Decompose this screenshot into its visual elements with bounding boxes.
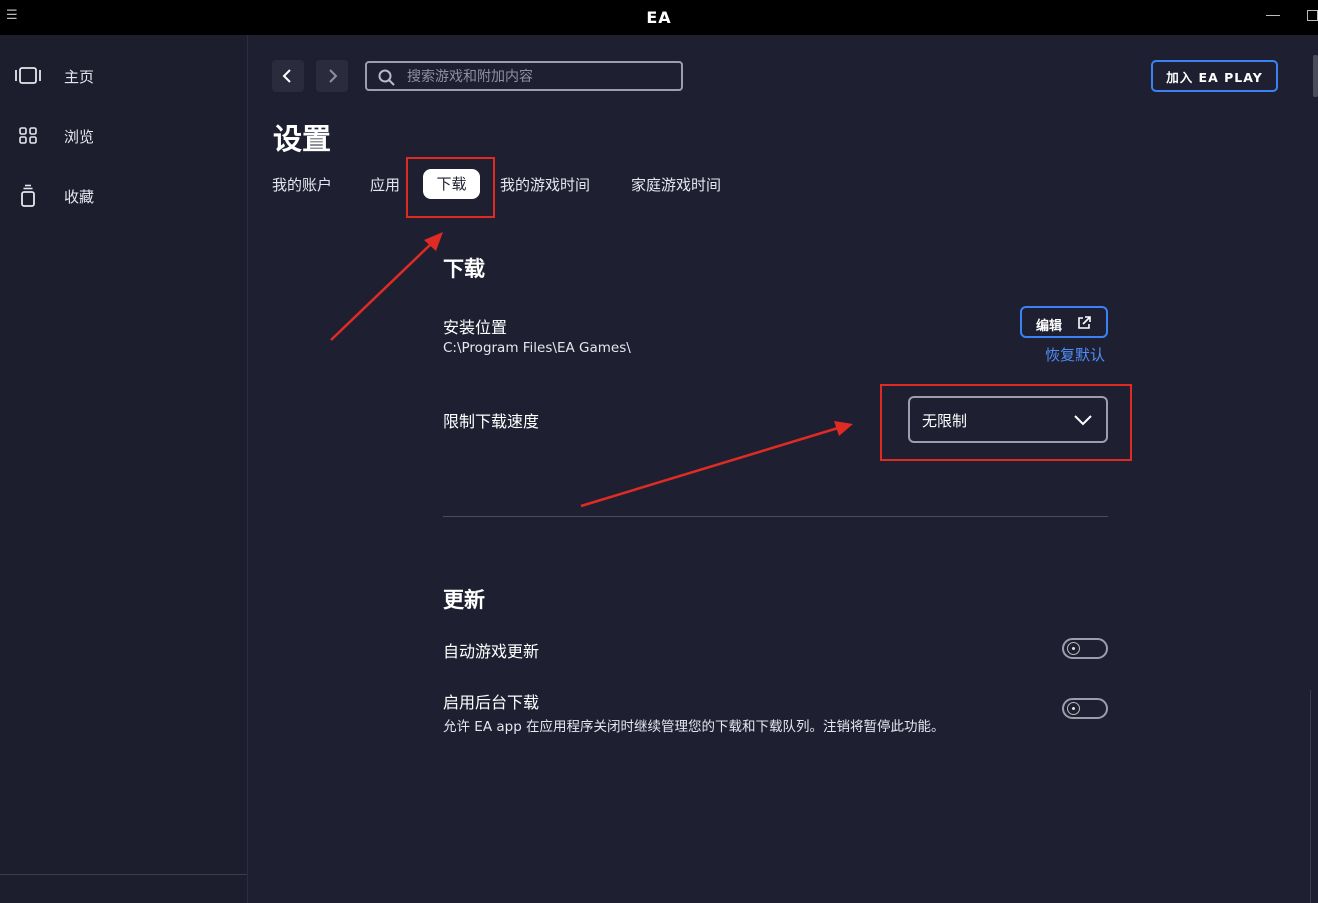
sidebar-item-label: 收藏	[64, 188, 95, 206]
back-button[interactable]	[272, 60, 304, 92]
annotation-arrowhead	[424, 232, 443, 251]
title-bar: ☰ EA	[0, 0, 1318, 35]
section-divider	[443, 516, 1108, 517]
search-input[interactable]	[405, 66, 679, 88]
chevron-right-icon	[329, 69, 338, 83]
scrollbar-thumb[interactable]	[1313, 55, 1318, 97]
speed-limit-label: 限制下载速度	[443, 412, 540, 431]
tab-family-playtime[interactable]: 家庭游戏时间	[631, 174, 721, 195]
annotation-arrow-line	[580, 426, 839, 508]
external-link-icon	[1078, 316, 1091, 329]
annotation-arrowhead	[834, 421, 853, 436]
ea-logo: EA	[646, 8, 672, 27]
sidebar: 主页 浏览 收藏	[0, 35, 248, 903]
join-ea-play-button[interactable]: 加入 EA PLAY	[1151, 60, 1278, 92]
forward-button[interactable]	[316, 60, 348, 92]
auto-update-label: 自动游戏更新	[443, 642, 540, 661]
toggle-knob	[1067, 642, 1080, 655]
sidebar-item-label: 主页	[64, 68, 95, 86]
background-download-label: 启用后台下载	[443, 693, 540, 712]
collection-icon	[14, 184, 42, 208]
grid-icon	[14, 124, 42, 148]
install-location-path: C:\Program Files\EA Games\	[443, 340, 631, 356]
tab-my-account[interactable]: 我的账户	[272, 174, 332, 195]
sidebar-item-label: 浏览	[64, 128, 95, 146]
background-download-toggle[interactable]	[1062, 698, 1108, 719]
tab-my-playtime[interactable]: 我的游戏时间	[500, 174, 590, 195]
sidebar-item-collection[interactable]: 收藏	[0, 176, 247, 216]
restore-default-link[interactable]: 恢复默认	[1045, 344, 1105, 365]
tab-app[interactable]: 应用	[370, 174, 400, 195]
sidebar-item-home[interactable]: 主页	[0, 56, 247, 96]
annotation-arrow-line	[330, 242, 433, 341]
background-download-description: 允许 EA app 在应用程序关闭时继续管理您的下载和下载队列。注销将暂停此功能…	[443, 719, 945, 735]
maximize-icon[interactable]	[1307, 10, 1318, 21]
update-section-title: 更新	[443, 588, 485, 612]
carousel-icon	[14, 64, 42, 88]
chevron-left-icon	[282, 69, 291, 83]
sidebar-item-browse[interactable]: 浏览	[0, 116, 247, 156]
install-location-label: 安装位置	[443, 318, 508, 337]
download-section-title: 下载	[443, 257, 485, 281]
edit-button-label: 编辑	[1036, 319, 1063, 334]
minimize-icon[interactable]	[1266, 15, 1280, 16]
annotation-box-dropdown	[880, 384, 1132, 461]
edit-location-button[interactable]: 编辑	[1020, 306, 1108, 338]
toggle-knob	[1067, 702, 1080, 715]
annotation-box-tab	[406, 157, 495, 218]
page-title: 设置	[273, 122, 332, 156]
search-icon	[378, 69, 395, 86]
sidebar-divider	[0, 874, 247, 875]
auto-update-toggle[interactable]	[1062, 638, 1108, 659]
scrollbar-track	[1310, 690, 1311, 903]
search-box[interactable]	[365, 61, 683, 91]
